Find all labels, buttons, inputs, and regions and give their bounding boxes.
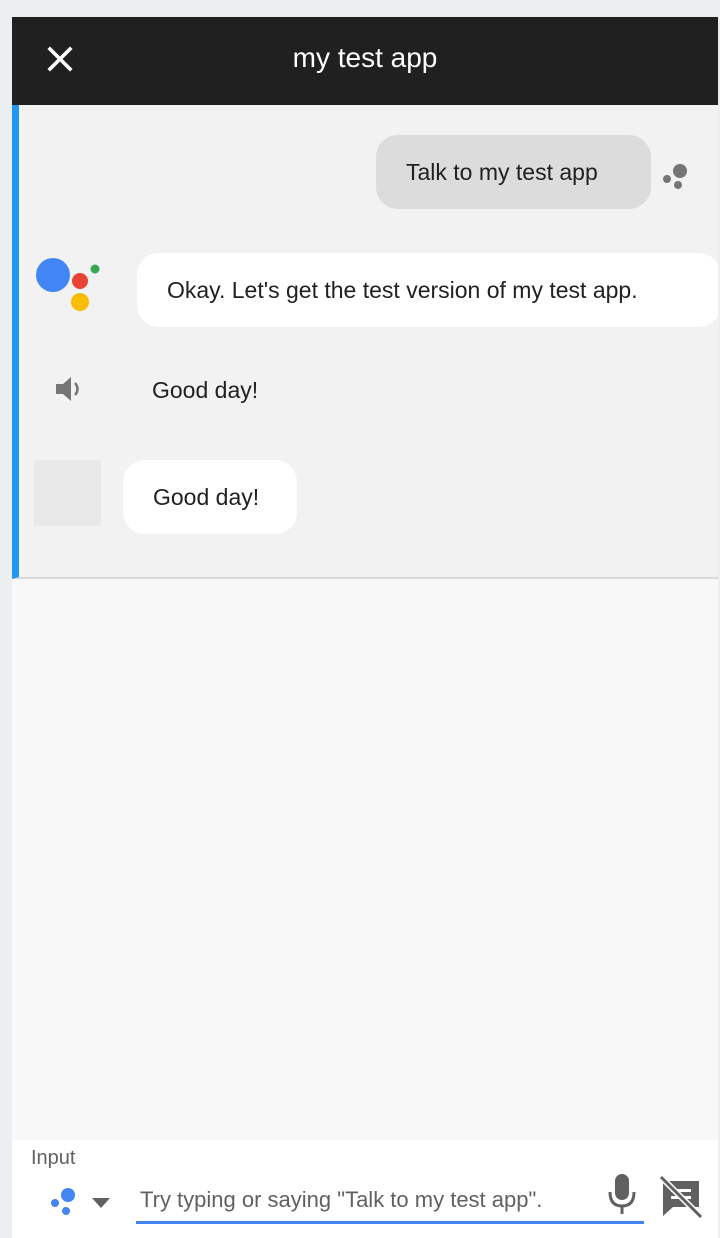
assistant-message-bubble: Okay. Let's get the test version of my t… [137, 253, 718, 327]
title-bar: my test app [12, 17, 718, 105]
chevron-down-icon [92, 1198, 110, 1208]
user-message-bubble: Talk to my test app [376, 135, 651, 209]
assistant-dots-icon [51, 1188, 110, 1215]
speaker-icon[interactable] [53, 373, 89, 405]
google-assistant-logo [36, 258, 100, 311]
page-title: my test app [292, 42, 438, 73]
user-message-text: Talk to my test app [406, 158, 598, 185]
microphone-icon[interactable] [604, 1170, 640, 1218]
simple-response-bubble: Good day! [123, 460, 297, 534]
input-mode-dropdown[interactable] [48, 1184, 114, 1220]
app-avatar-placeholder [34, 460, 101, 526]
simple-response-text: Good day! [153, 483, 260, 510]
query-input[interactable] [136, 1178, 644, 1224]
app-speech-text: Good day! [152, 377, 259, 403]
input-label: Input [31, 1147, 76, 1169]
user-dots-icon [663, 164, 687, 189]
conversation-panel: Talk to my test app Okay. Let's get the … [12, 105, 718, 579]
chat-off-icon[interactable] [658, 1174, 704, 1220]
simulator-frame: my test app Talk to my test app Okay. Le… [12, 17, 718, 1238]
input-area: Input [12, 1140, 718, 1238]
assistant-message-text: Okay. Let's get the test version of my t… [167, 276, 638, 303]
